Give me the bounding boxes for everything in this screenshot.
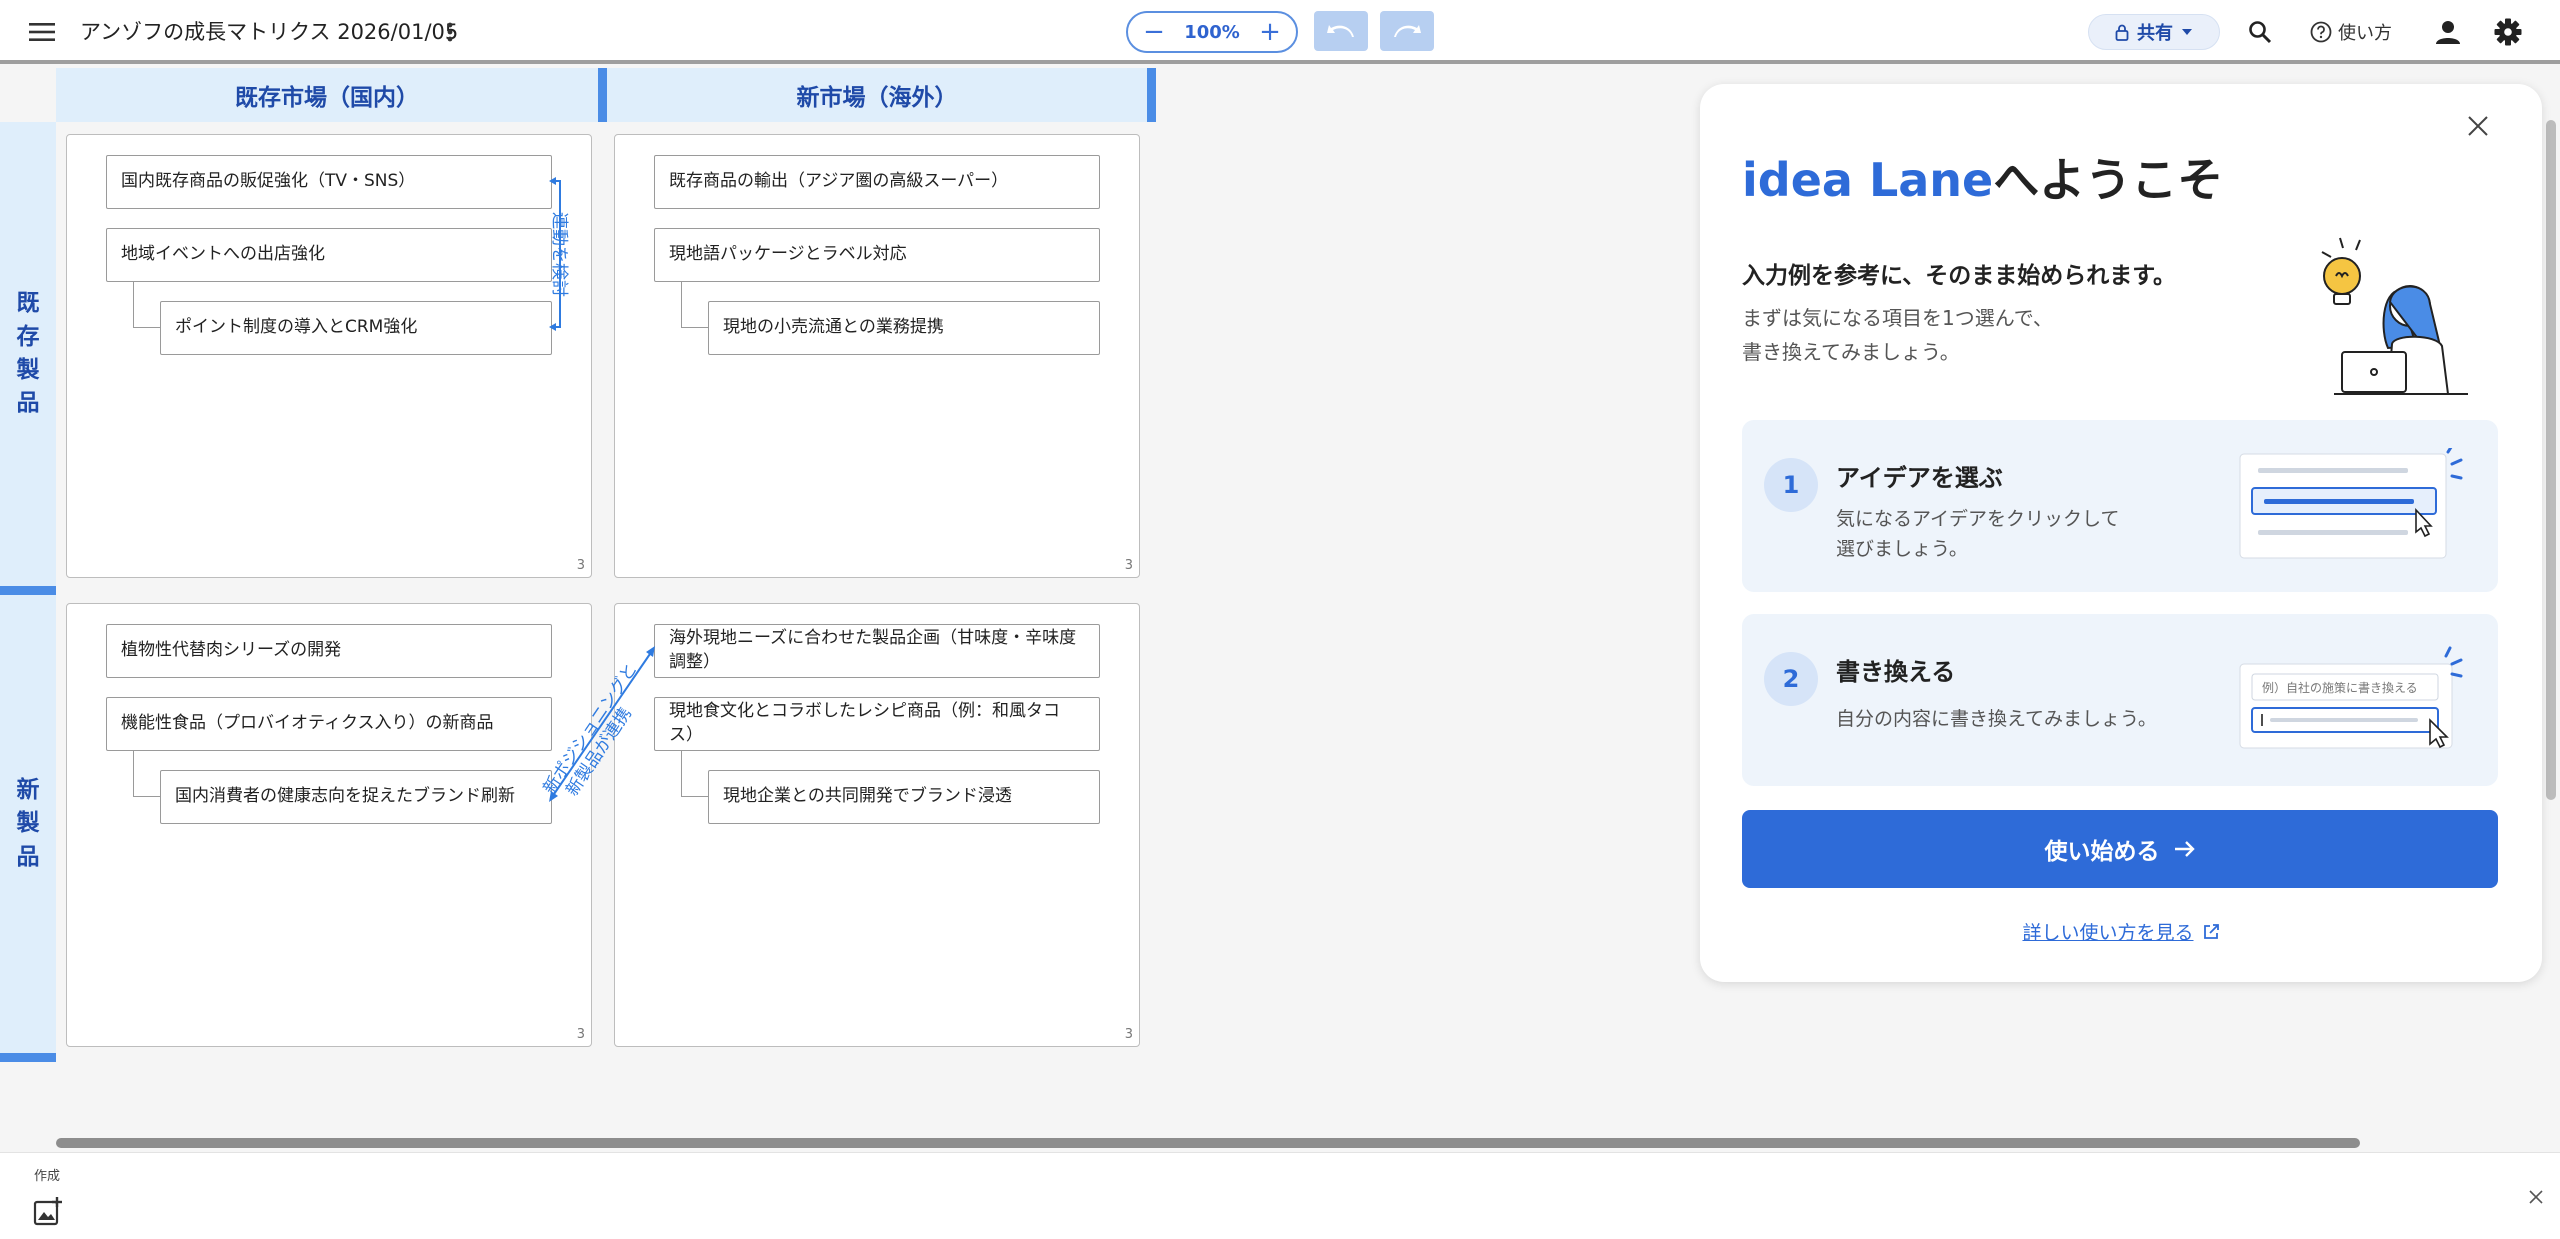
horizontal-scrollbar[interactable] (56, 1138, 2360, 1148)
start-button-label: 使い始める (2044, 839, 2160, 865)
rewrite-field-illustration: 例）自社の施策に書き換える (2239, 646, 2463, 749)
step-title: アイデアを選ぶ (1836, 464, 2003, 492)
step-description: 自分の内容に書き換えてみましょう。 (1836, 708, 2157, 730)
add-image-icon[interactable] (30, 1193, 66, 1229)
step-title: 書き換える (1836, 658, 1956, 686)
select-card-illustration (2239, 448, 2463, 559)
welcome-description: まずは気になる項目を1つ選んで、 (1742, 306, 2053, 330)
guide-link[interactable]: 詳しい使い方を見る (1700, 918, 2542, 945)
start-button[interactable]: 使い始める (1742, 810, 2498, 888)
create-label: 作成 (34, 1169, 61, 1184)
welcome-title-rest: へようこそ (1993, 153, 2224, 207)
close-icon[interactable] (2456, 104, 2500, 148)
person-laptop-illustration (2321, 237, 2468, 395)
brand-name: idea Lane (1742, 153, 1994, 207)
bottom-bar: 作成 (0, 1152, 2560, 1239)
step-description: 気になるアイデアをクリックして (1836, 508, 2120, 530)
vertical-scrollbar[interactable] (2546, 120, 2556, 800)
example-text: 例）自社の施策に書き換える (2262, 680, 2418, 695)
step-rewrite: 2 書き換える 自分の内容に書き換えてみましょう。 例）自社の施策に書き換える (1742, 614, 2498, 786)
step-select-idea: 1 アイデアを選ぶ 気になるアイデアをクリックして 選びましょう。 (1742, 420, 2498, 592)
step-number: 2 (1764, 652, 1818, 706)
welcome-dialog: idea Laneへようこそ 入力例を参考に、そのまま始められます。 まずは気に… (1700, 84, 2542, 982)
close-icon[interactable] (2522, 1183, 2550, 1211)
arrow-right-icon (2174, 841, 2195, 857)
welcome-subtitle: 入力例を参考に、そのまま始められます。 (1742, 263, 2177, 289)
step-number: 1 (1764, 458, 1818, 512)
welcome-description: 書き換えてみましょう。 (1742, 340, 1960, 364)
welcome-title: idea Laneへようこそ (1742, 144, 2223, 210)
link-label-vertical[interactable]: 連動を検討 (549, 212, 574, 297)
external-link-icon (2203, 923, 2219, 939)
step-description: 選びましょう。 (1836, 538, 1968, 560)
guide-link-label: 詳しい使い方を見る (2022, 922, 2194, 944)
